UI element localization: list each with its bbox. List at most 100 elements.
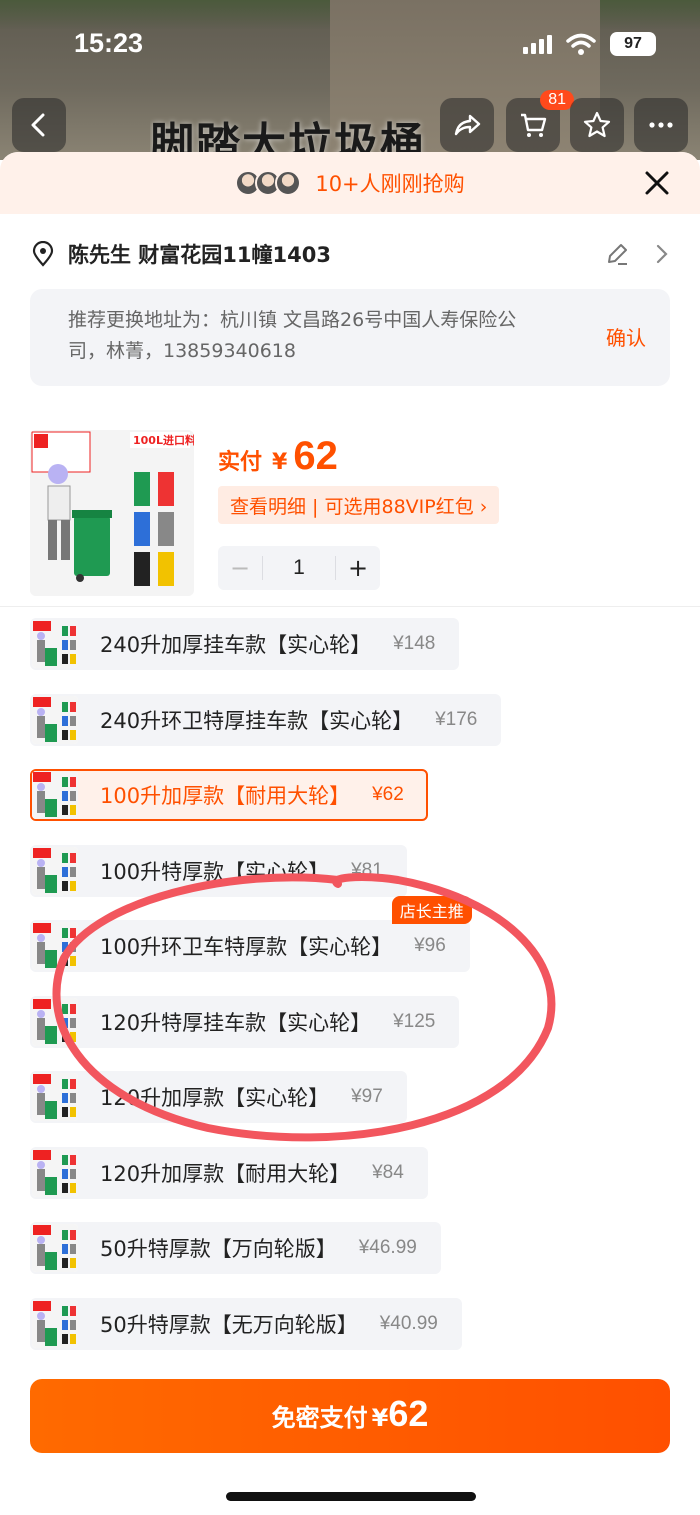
more-icon: [649, 122, 673, 128]
sku-row: 240升加厚挂车款【实心轮】 ¥148: [30, 618, 670, 694]
sku-thumbnail: [32, 997, 78, 1046]
sku-option[interactable]: 120升特厚挂车款【实心轮】 ¥125: [30, 995, 460, 1048]
confirm-address-button[interactable]: 确认: [606, 323, 646, 354]
sku-option[interactable]: 240升环卫特厚挂车款【实心轮】 ¥176: [30, 693, 502, 746]
close-icon[interactable]: [642, 168, 672, 198]
quantity-increase-button[interactable]: +: [336, 554, 380, 582]
sku-row: 100升环卫车特厚款【实心轮】 ¥96 店长主推: [30, 896, 670, 996]
trash-bin-product-illustration: 100L进口料: [30, 430, 194, 596]
back-button[interactable]: [12, 98, 66, 152]
sku-name: 100升环卫车特厚款【实心轮】: [100, 935, 393, 959]
status-time: 15:23: [74, 28, 144, 58]
star-icon: [583, 111, 611, 138]
sku-thumbnail: [32, 922, 78, 970]
pay-button-label: 免密支付: [271, 1404, 368, 1432]
signal-icon: [523, 34, 552, 54]
sku-thumbnail: [32, 1224, 78, 1272]
address-recipient: 陈先生 财富花园11幢1403: [68, 243, 331, 267]
address-row[interactable]: 陈先生 财富花园11幢1403: [30, 236, 670, 272]
sku-name: 240升环卫特厚挂车款【实心轮】: [100, 708, 414, 733]
sku-option[interactable]: 100升环卫车特厚款【实心轮】 ¥96 店长主推: [30, 896, 472, 972]
sku-price: ¥84: [372, 1161, 404, 1183]
pay-currency: ¥: [371, 1404, 389, 1432]
sku-row: 120升加厚款【实心轮】 ¥97: [30, 1071, 670, 1147]
sku-thumbnail: [32, 695, 78, 744]
quantity-value[interactable]: 1: [262, 556, 336, 580]
sku-name: 100升特厚款【实心轮】: [100, 859, 330, 884]
sku-row: 100升特厚款【实心轮】 ¥81: [30, 844, 670, 921]
battery-indicator: 97: [610, 32, 656, 56]
status-icons: 97: [523, 32, 656, 56]
sku-thumbnail: [32, 1299, 78, 1348]
sku-price: ¥97: [351, 1086, 383, 1107]
quantity-stepper: − 1 +: [218, 546, 380, 590]
image-badge-text: 100L进口料: [133, 433, 194, 447]
price-label: 实付: [218, 450, 263, 475]
sku-thumbnail: [32, 1148, 78, 1197]
address-suggestion-text: 推荐更换地址为：杭川镇 文昌路26号中国人寿保险公司，林菁，1385934061…: [68, 309, 517, 362]
sku-price: ¥96: [414, 935, 446, 956]
sku-thumbnail: [32, 846, 78, 895]
sku-price: ¥81: [351, 859, 383, 881]
sku-name: 120升加厚款【实心轮】: [100, 1086, 330, 1110]
sku-thumbnail: [32, 771, 78, 819]
promo-bar: 10+人刚刚抢购: [0, 152, 700, 214]
sku-row: 240升环卫特厚挂车款【实心轮】 ¥176: [30, 693, 670, 770]
sku-name: 50升特厚款【无万向轮版】: [100, 1312, 358, 1337]
sku-row: 120升特厚挂车款【实心轮】 ¥125: [30, 995, 670, 1072]
sku-option[interactable]: 120升加厚款【实心轮】 ¥97: [30, 1071, 407, 1123]
sku-name: 50升特厚款【万向轮版】: [100, 1237, 337, 1261]
sku-option[interactable]: 50升特厚款【万向轮版】 ¥46.99: [30, 1222, 441, 1274]
more-button[interactable]: [634, 98, 688, 152]
price-detail-link[interactable]: 查看明细 | 可选用88VIP红包 ›: [218, 486, 500, 524]
promo-text: 10+人刚刚抢购: [315, 172, 465, 196]
buyer-avatars: [235, 170, 302, 196]
sku-option[interactable]: 100升加厚款【耐用大轮】 ¥62: [30, 769, 428, 821]
sku-name: 120升加厚款【耐用大轮】: [100, 1161, 351, 1186]
sku-row: 50升特厚款【无万向轮版】 ¥40.99: [30, 1297, 670, 1374]
cart-button[interactable]: 81: [506, 90, 574, 152]
sku-row: 50升特厚款【万向轮版】 ¥46.99: [30, 1222, 670, 1298]
share-button[interactable]: [440, 98, 494, 152]
sku-price: ¥125: [393, 1010, 436, 1032]
product-summary: 100L进口料 实付 ¥ 62 查看明细 | 可选用88VIP红包 › − 1 …: [30, 430, 670, 596]
price-line: 实付 ¥ 62: [218, 434, 338, 479]
chevron-right-icon[interactable]: [654, 243, 670, 265]
price-currency: ¥: [272, 450, 288, 475]
address-suggestion: 推荐更换地址为：杭川镇 文昌路26号中国人寿保险公司，林菁，1385934061…: [30, 289, 670, 386]
avatar: [275, 170, 302, 196]
pay-amount: 62: [388, 1393, 429, 1434]
wifi-icon: [566, 33, 596, 55]
sku-list: 240升加厚挂车款【实心轮】 ¥148 240升环卫特厚挂车款【实心轮】 ¥176 10…: [30, 618, 670, 1373]
sku-thumbnail: [32, 620, 78, 668]
sku-thumbnail: [32, 1073, 78, 1121]
favorite-button[interactable]: [570, 98, 624, 152]
edit-icon[interactable]: [604, 241, 630, 267]
sku-price: ¥62: [372, 784, 404, 805]
sku-option[interactable]: 100升特厚款【实心轮】 ¥81: [30, 844, 407, 897]
sku-name: 100升加厚款【耐用大轮】: [100, 784, 351, 808]
sku-price: ¥176: [435, 708, 478, 730]
sku-price: ¥46.99: [358, 1237, 417, 1258]
sku-row: 120升加厚款【耐用大轮】 ¥84: [30, 1146, 670, 1223]
divider: [0, 606, 700, 607]
sku-name: 120升特厚挂车款【实心轮】: [100, 1010, 372, 1035]
price-value: 62: [293, 434, 338, 478]
sku-name: 240升加厚挂车款【实心轮】: [100, 633, 372, 657]
location-pin-icon: [32, 241, 54, 267]
cart-icon: [521, 113, 547, 137]
share-icon: [454, 114, 481, 136]
product-image[interactable]: 100L进口料: [30, 430, 194, 596]
back-icon: [31, 113, 45, 137]
sku-price: ¥40.99: [379, 1312, 438, 1334]
pay-button[interactable]: 免密支付 ¥ 62: [30, 1379, 670, 1453]
home-indicator: [226, 1492, 476, 1501]
sku-price: ¥148: [393, 633, 436, 654]
sku-recommend-badge: 店长主推: [391, 896, 472, 924]
sku-option[interactable]: 240升加厚挂车款【实心轮】 ¥148: [30, 618, 460, 670]
quantity-decrease-button[interactable]: −: [218, 554, 262, 582]
sku-row: 100升加厚款【耐用大轮】 ¥62: [30, 769, 670, 845]
purchase-sheet: 10+人刚刚抢购 陈先生 财富花园11幢1403 推荐更换地址为：杭川镇 文昌路…: [0, 152, 700, 1515]
sku-option[interactable]: 50升特厚款【无万向轮版】 ¥40.99: [30, 1297, 462, 1350]
sku-option[interactable]: 120升加厚款【耐用大轮】 ¥84: [30, 1146, 428, 1199]
